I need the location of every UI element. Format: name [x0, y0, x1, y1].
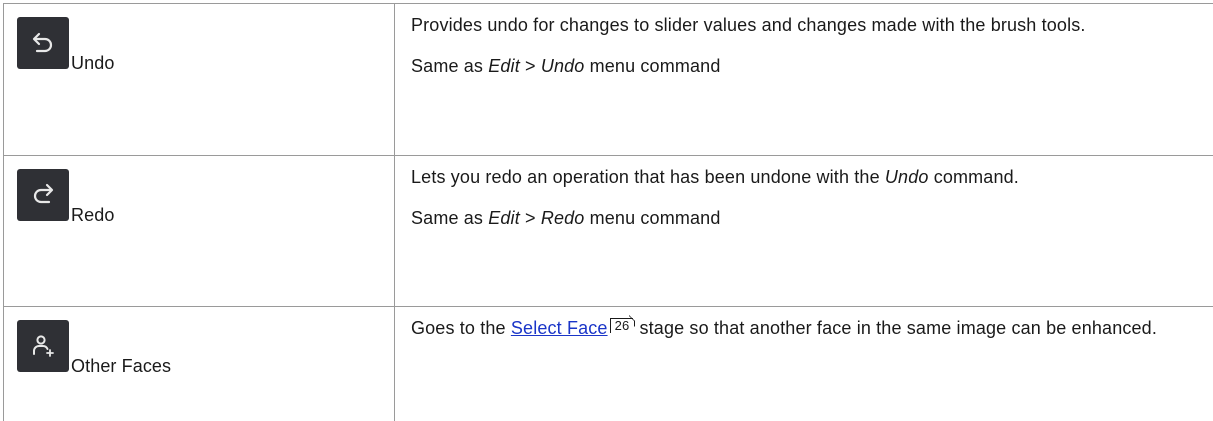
table-row: Undo Provides undo for changes to slider… — [3, 3, 1213, 156]
table-row: Other Faces Goes to the Select Face 26 st… — [3, 306, 1213, 421]
description-text: Goes to the Select Face 26 stage so that … — [411, 318, 1157, 338]
undo-arrow-icon — [17, 17, 69, 69]
command-label: Redo — [71, 205, 115, 225]
description-text: Lets you redo an operation that has been… — [411, 167, 1019, 187]
command-cell: Other Faces — [3, 306, 395, 421]
table-row: Redo Lets you redo an operation that has… — [3, 155, 1213, 307]
menu-equivalent: Same as Edit > Redo menu command — [411, 208, 721, 228]
command-cell: Undo — [3, 3, 395, 156]
add-person-icon — [17, 320, 69, 372]
description-cell: Provides undo for changes to slider valu… — [394, 3, 1213, 156]
command-label: Other Faces — [71, 356, 172, 376]
page-reference[interactable]: 26 — [609, 318, 634, 333]
description-cell: Lets you redo an operation that has been… — [394, 155, 1213, 307]
menu-equivalent: Same as Edit > Undo menu command — [411, 56, 721, 76]
description-text: Provides undo for changes to slider valu… — [411, 15, 1086, 35]
command-label: Undo — [71, 53, 115, 73]
description-cell: Goes to the Select Face 26 stage so that … — [394, 306, 1213, 421]
toolbar-commands-table: Undo Provides undo for changes to slider… — [3, 3, 1213, 421]
select-face-link[interactable]: Select Face — [511, 318, 608, 338]
command-cell: Redo — [3, 155, 395, 307]
redo-arrow-icon — [17, 169, 69, 221]
